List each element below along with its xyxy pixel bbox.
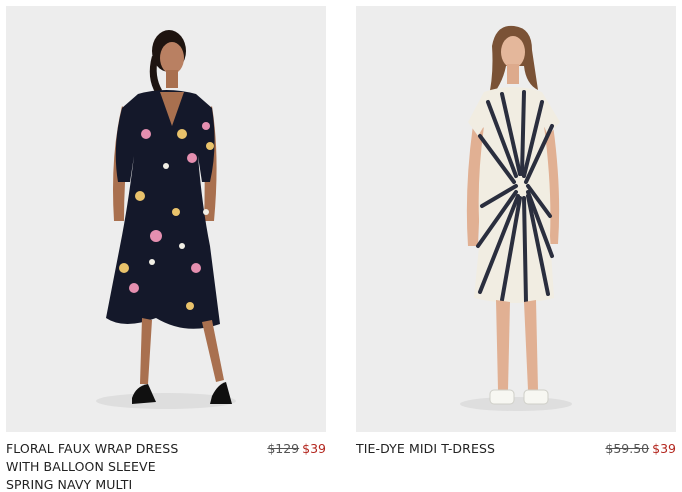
product-name-line: SPRING NAVY MULTI — [6, 477, 133, 492]
product-photo-tie-dye-dress — [356, 6, 676, 432]
product-name-link[interactable]: FLORAL FAUX WRAP DRESS WITH BALLOON SLEE… — [6, 440, 216, 492]
product-price: $59.50 $39 — [605, 440, 676, 458]
product-name-link[interactable]: TIE-DYE MIDI T-DRESS — [356, 440, 566, 458]
product-card[interactable]: TIE-DYE MIDI T-DRESS $59.50 $39 — [356, 6, 676, 492]
product-image[interactable] — [356, 6, 676, 432]
product-name-line: WITH BALLOON SLEEVE — [6, 459, 156, 474]
product-name-line: FLORAL FAUX WRAP DRESS — [6, 441, 179, 456]
product-image[interactable] — [6, 6, 326, 432]
original-price: $59.50 — [605, 441, 650, 456]
product-name-line: TIE-DYE MIDI T-DRESS — [356, 441, 496, 456]
product-photo-floral-dress — [6, 6, 326, 432]
product-grid: FLORAL FAUX WRAP DRESS WITH BALLOON SLEE… — [0, 0, 682, 492]
product-price: $129 $39 — [267, 440, 326, 458]
sale-price: $39 — [652, 441, 676, 456]
product-card[interactable]: FLORAL FAUX WRAP DRESS WITH BALLOON SLEE… — [6, 6, 326, 492]
original-price: $129 — [267, 441, 300, 456]
sale-price: $39 — [302, 441, 326, 456]
